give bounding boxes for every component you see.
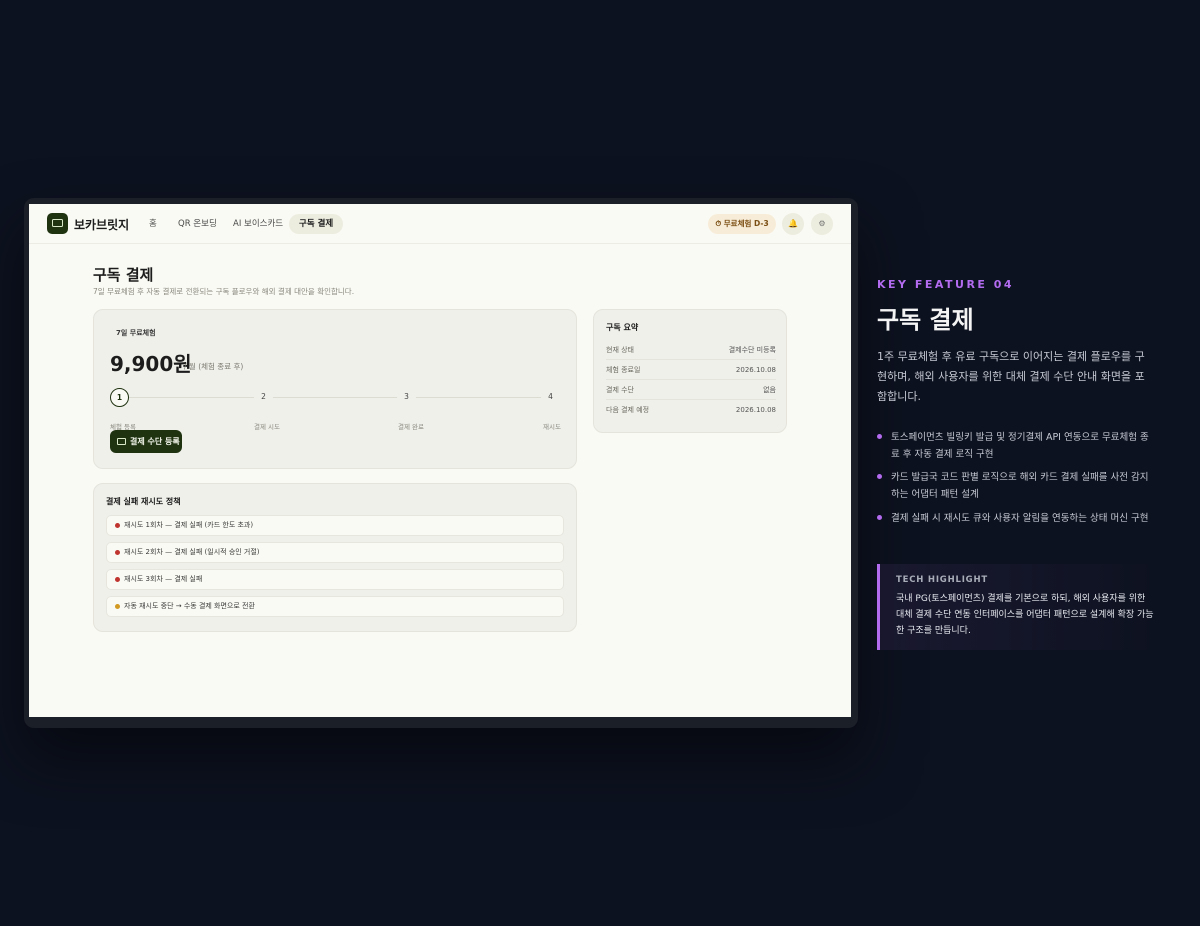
- summary-key: 체험 종료일: [606, 366, 641, 374]
- plan-tag: 7일 무료체험: [116, 329, 156, 337]
- step-label-2: 결제 시도: [254, 423, 280, 431]
- step-progress-line: [120, 397, 550, 398]
- bullet-dot-icon: [877, 434, 882, 439]
- register-payment-method-button[interactable]: 결제 수단 등록: [110, 430, 182, 453]
- feature-description: 1주 무료체험 후 유료 구독으로 이어지는 결제 플로우를 구현하며, 해외 …: [877, 350, 1145, 403]
- plan-card: 7일 무료체험 9,900원 / 월 (체험 종료 후) 1 2 3 4 체험 …: [93, 309, 577, 469]
- book-card-logo-icon[interactable]: [47, 213, 68, 234]
- top-nav: 보카브릿지 홈 QR 온보딩 AI 보이스카드 구독 결제 ⏱ 무료체험 D-3…: [29, 204, 851, 244]
- retry-row-text: 재시도 3회차 — 결제 실패: [124, 575, 203, 583]
- feature-bullet-text: 카드 발급국 코드 판별 로직으로 해외 카드 결제 실패를 사전 감지하는 어…: [891, 472, 1149, 500]
- page-title: 구독 결제: [93, 266, 154, 284]
- bell-icon[interactable]: 🔔: [782, 213, 804, 235]
- retry-row-text: 자동 재시도 중단 → 수동 결제 화면으로 전환: [124, 602, 255, 610]
- brand-name[interactable]: 보카브릿지: [74, 216, 129, 233]
- nav-item-home[interactable]: 홈: [139, 214, 167, 234]
- summary-key: 결제 수단: [606, 386, 634, 394]
- summary-title: 구독 요약: [606, 323, 639, 332]
- trial-countdown-badge[interactable]: ⏱ 무료체험 D-3: [708, 214, 776, 234]
- failure-dot-icon: [115, 550, 120, 555]
- retry-row-text: 재시도 1회차 — 결제 실패 (카드 한도 초과): [124, 521, 254, 529]
- summary-value: 2026.10.08: [735, 406, 776, 414]
- register-payment-method-label: 결제 수단 등록: [130, 437, 180, 446]
- feature-kicker: KEY FEATURE 04: [877, 278, 1015, 291]
- step-circle-1: 1: [110, 388, 129, 407]
- settings-icon[interactable]: ⚙: [811, 213, 833, 235]
- plan-price-unit: / 월 (체험 종료 후): [184, 362, 244, 371]
- summary-row: 다음 결제 예정 2026.10.08: [606, 400, 776, 420]
- summary-key: 다음 결제 예정: [606, 406, 650, 414]
- summary-value: 없음: [763, 386, 776, 394]
- step-circle-4: 4: [541, 388, 560, 407]
- tech-highlight-label: TECH HIGHLIGHT: [896, 575, 988, 585]
- feature-bullet-text: 결제 실패 시 재시도 큐와 사용자 알림을 연동하는 상태 머신 구현: [891, 513, 1149, 524]
- page-subtitle: 7일 무료체험 후 자동 결제로 전환되는 구독 플로우와 해외 결제 대안을 …: [93, 287, 355, 296]
- step-circle-3: 3: [397, 388, 416, 407]
- summary-key: 현재 상태: [606, 346, 634, 354]
- app-screen: 보카브릿지 홈 QR 온보딩 AI 보이스카드 구독 결제 ⏱ 무료체험 D-3…: [29, 204, 851, 717]
- retry-row: 재시도 3회차 — 결제 실패: [106, 569, 564, 590]
- nav-item-subscription-payment[interactable]: 구독 결제: [289, 214, 344, 234]
- summary-value: 결제수단 미등록: [728, 346, 776, 354]
- warning-dot-icon: [115, 604, 120, 609]
- failure-dot-icon: [115, 523, 120, 528]
- bullet-dot-icon: [877, 515, 882, 520]
- bullet-dot-icon: [877, 474, 882, 479]
- retry-row-text: 재시도 2회차 — 결제 실패 (일시적 승인 거절): [124, 548, 260, 556]
- failure-dot-icon: [115, 577, 120, 582]
- tech-highlight-box: TECH HIGHLIGHT 국내 PG(토스페이먼츠) 결제를 기본으로 하되…: [877, 564, 1157, 650]
- step-circle-2: 2: [254, 388, 273, 407]
- subscription-summary-card: 구독 요약 현재 상태 결제수단 미등록 체험 종료일 2026.10.08 결…: [593, 309, 787, 433]
- retry-policy-title: 결제 실패 재시도 정책: [106, 497, 181, 506]
- step-label-4: 재시도: [543, 423, 561, 431]
- summary-row: 체험 종료일 2026.10.08: [606, 360, 776, 380]
- nav-item-qr-onboarding[interactable]: QR 온보딩: [168, 214, 227, 234]
- retry-policy-card: 결제 실패 재시도 정책 재시도 1회차 — 결제 실패 (카드 한도 초과) …: [93, 483, 577, 632]
- feature-bullet: 결제 실패 시 재시도 큐와 사용자 알림을 연동하는 상태 머신 구현: [877, 510, 1157, 527]
- summary-value: 2026.10.08: [735, 366, 776, 374]
- feature-bullet: 카드 발급국 코드 판별 로직으로 해외 카드 결제 실패를 사전 감지하는 어…: [877, 469, 1157, 503]
- retry-row: 재시도 2회차 — 결제 실패 (일시적 승인 거절): [106, 542, 564, 563]
- nav-item-ai-voice-card[interactable]: AI 보이스카드: [223, 214, 293, 234]
- feature-title: 구독 결제: [877, 306, 974, 334]
- credit-card-icon: [117, 438, 126, 445]
- plan-price: 9,900원: [110, 352, 192, 376]
- summary-row: 현재 상태 결제수단 미등록: [606, 340, 776, 360]
- tech-highlight-text: 국내 PG(토스페이먼츠) 결제를 기본으로 하되, 해외 사용자를 위한 대체…: [896, 594, 1154, 636]
- feature-bullet-text: 토스페이먼츠 빌링키 발급 및 정기결제 API 연동으로 무료체험 종료 후 …: [891, 432, 1149, 460]
- retry-row: 재시도 1회차 — 결제 실패 (카드 한도 초과): [106, 515, 564, 536]
- step-label-3: 결제 완료: [398, 423, 424, 431]
- summary-row: 결제 수단 없음: [606, 380, 776, 400]
- feature-bullet: 토스페이먼츠 빌링키 발급 및 정기결제 API 연동으로 무료체험 종료 후 …: [877, 429, 1157, 463]
- retry-row: 자동 재시도 중단 → 수동 결제 화면으로 전환: [106, 596, 564, 617]
